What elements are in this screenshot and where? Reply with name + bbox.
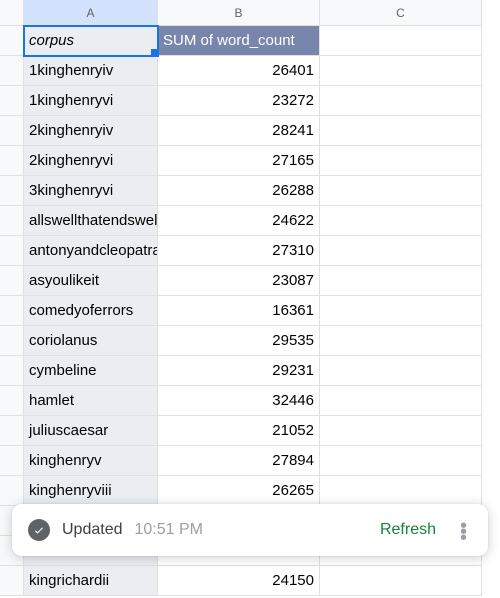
select-all-corner[interactable]: [0, 0, 24, 26]
corpus-cell[interactable]: kinghenryv: [24, 446, 158, 476]
row-header[interactable]: [0, 116, 24, 146]
cell-empty[interactable]: [320, 356, 482, 386]
sum-cell[interactable]: 24622: [158, 206, 320, 236]
cell-empty[interactable]: [320, 566, 482, 596]
row-header[interactable]: [0, 296, 24, 326]
column-header-a[interactable]: A: [24, 0, 158, 26]
corpus-cell[interactable]: comedyoferrors: [24, 296, 158, 326]
sum-cell[interactable]: 16361: [158, 296, 320, 326]
sum-cell[interactable]: 27310: [158, 236, 320, 266]
cell-empty[interactable]: [320, 86, 482, 116]
row-header[interactable]: [0, 206, 24, 236]
cell-empty[interactable]: [320, 56, 482, 86]
row-header[interactable]: [0, 56, 24, 86]
corpus-cell[interactable]: cymbeline: [24, 356, 158, 386]
pivot-row-field-header[interactable]: corpus: [24, 26, 158, 56]
corpus-cell[interactable]: coriolanus: [24, 326, 158, 356]
row-header[interactable]: [0, 326, 24, 356]
cell-empty[interactable]: [320, 326, 482, 356]
cell-empty[interactable]: [320, 116, 482, 146]
row-header[interactable]: [0, 446, 24, 476]
sum-cell[interactable]: 23087: [158, 266, 320, 296]
corpus-cell[interactable]: hamlet: [24, 386, 158, 416]
sum-cell[interactable]: 27165: [158, 146, 320, 176]
row-header[interactable]: [0, 566, 24, 596]
cell-empty[interactable]: [320, 26, 482, 56]
sum-cell[interactable]: 28241: [158, 116, 320, 146]
toast-time: 10:51 PM: [135, 521, 203, 539]
status-toast: Updated 10:51 PM Refresh •••: [12, 504, 488, 556]
row-header[interactable]: [0, 476, 24, 506]
cell-empty[interactable]: [320, 146, 482, 176]
column-header-b[interactable]: B: [158, 0, 320, 26]
row-header[interactable]: [0, 356, 24, 386]
row-header[interactable]: [0, 26, 24, 56]
toast-label: Updated: [62, 521, 123, 539]
row-header[interactable]: [0, 86, 24, 116]
refresh-button[interactable]: Refresh: [380, 521, 436, 539]
cell-empty[interactable]: [320, 266, 482, 296]
sum-cell[interactable]: 24150: [158, 566, 320, 596]
sum-cell[interactable]: 26288: [158, 176, 320, 206]
check-icon: [28, 519, 50, 541]
row-header[interactable]: [0, 386, 24, 416]
corpus-cell[interactable]: 2kinghenryvi: [24, 146, 158, 176]
cell-empty[interactable]: [320, 296, 482, 326]
sum-cell[interactable]: 23272: [158, 86, 320, 116]
cell-empty[interactable]: [320, 386, 482, 416]
pivot-row-field-label: corpus: [29, 32, 74, 49]
corpus-cell[interactable]: juliuscaesar: [24, 416, 158, 446]
corpus-cell[interactable]: antonyandcleopatra: [24, 236, 158, 266]
corpus-cell[interactable]: 1kinghenryiv: [24, 56, 158, 86]
sum-cell[interactable]: 26265: [158, 476, 320, 506]
sum-cell[interactable]: 32446: [158, 386, 320, 416]
row-header[interactable]: [0, 176, 24, 206]
sum-cell[interactable]: 29231: [158, 356, 320, 386]
cell-empty[interactable]: [320, 446, 482, 476]
row-header[interactable]: [0, 416, 24, 446]
selection-handle[interactable]: [151, 49, 158, 56]
cell-empty[interactable]: [320, 236, 482, 266]
sum-cell[interactable]: 27894: [158, 446, 320, 476]
sum-cell[interactable]: 29535: [158, 326, 320, 356]
corpus-cell[interactable]: 1kinghenryvi: [24, 86, 158, 116]
column-header-c[interactable]: C: [320, 0, 482, 26]
cell-empty[interactable]: [320, 176, 482, 206]
pivot-value-field-header[interactable]: SUM of word_count: [158, 26, 320, 56]
corpus-cell[interactable]: allswellthatendswell: [24, 206, 158, 236]
cell-empty[interactable]: [320, 206, 482, 236]
row-header[interactable]: [0, 146, 24, 176]
more-options-button[interactable]: •••: [448, 521, 480, 539]
corpus-cell[interactable]: kingrichardii: [24, 566, 158, 596]
row-header[interactable]: [0, 236, 24, 266]
row-header[interactable]: [0, 266, 24, 296]
corpus-cell[interactable]: asyoulikeit: [24, 266, 158, 296]
cell-empty[interactable]: [320, 476, 482, 506]
sum-cell[interactable]: 26401: [158, 56, 320, 86]
corpus-cell[interactable]: 2kinghenryiv: [24, 116, 158, 146]
corpus-cell[interactable]: 3kinghenryvi: [24, 176, 158, 206]
sum-cell[interactable]: 21052: [158, 416, 320, 446]
corpus-cell[interactable]: kinghenryviii: [24, 476, 158, 506]
cell-empty[interactable]: [320, 416, 482, 446]
